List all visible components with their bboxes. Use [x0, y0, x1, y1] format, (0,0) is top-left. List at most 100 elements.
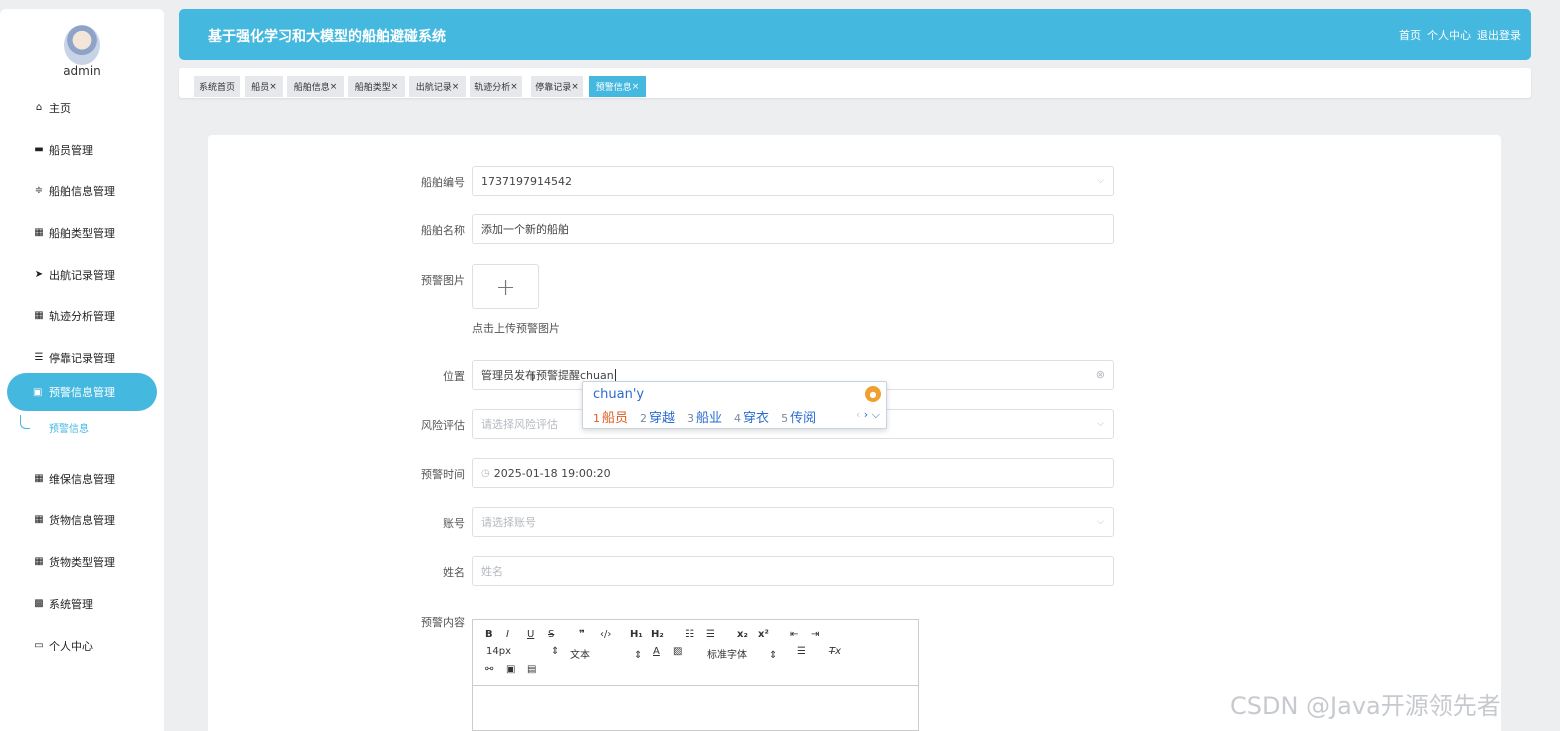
close-icon[interactable]: × — [269, 82, 277, 92]
close-icon[interactable]: × — [571, 82, 579, 92]
tab-track[interactable]: 轨迹分析 × — [470, 76, 522, 97]
code-icon[interactable]: ‹/› — [600, 629, 611, 640]
align-icon[interactable]: ☰ — [797, 646, 806, 657]
close-icon[interactable]: × — [330, 82, 338, 92]
rich-text-editor[interactable]: B I U S ❞ ‹/› H₁ H₂ ☷ ☰ x₂ x² ⇤ ⇥ 14px ⇕ … — [472, 619, 919, 731]
subscript-icon[interactable]: x₂ — [737, 629, 748, 640]
chevron-left-icon[interactable]: ‹ — [856, 408, 860, 421]
ime-candidate[interactable]: 1 船员 — [593, 407, 628, 426]
sidebar-item-voyage[interactable]: ➤ 出航记录管理 — [33, 265, 115, 285]
sidebar-item-ship-type[interactable]: ▦ 船舶类型管理 — [33, 223, 115, 243]
close-icon[interactable]: × — [632, 82, 640, 92]
bold-icon[interactable]: B — [485, 629, 493, 640]
ime-nav: ‹ › ⌵ — [856, 408, 880, 422]
ship-name-input[interactable]: 添加一个新的船舶 — [472, 214, 1114, 244]
avatar[interactable] — [64, 25, 100, 65]
grid-icon: ▦ — [34, 473, 44, 484]
ime-candidate[interactable]: 2 穿越 — [640, 407, 675, 426]
time-picker[interactable]: ◷ 2025-01-18 19:00:20 — [472, 458, 1114, 488]
close-icon[interactable]: × — [452, 82, 460, 92]
grid-icon: ▦ — [34, 310, 44, 321]
ship-no-select[interactable]: 1737197914542 ⌵ — [472, 166, 1114, 196]
sidebar-item-cargo[interactable]: ▦ 货物信息管理 — [33, 510, 115, 530]
outdent-icon[interactable]: ⇤ — [790, 629, 798, 640]
chevron-right-icon[interactable]: › — [864, 408, 868, 421]
sidebar-item-system[interactable]: ▩ 系统管理 — [33, 594, 93, 614]
logout-link[interactable]: 退出登录 — [1477, 27, 1521, 43]
font-family-select[interactable]: 标准字体 ⇕ — [707, 646, 777, 661]
sidebar-subitem-warning-info[interactable]: 预警信息 — [49, 420, 89, 435]
sidebar-item-ship-info[interactable]: ≑ 船舶信息管理 — [33, 181, 115, 201]
ime-candidate[interactable]: 3 船业 — [687, 407, 722, 426]
tab-warning[interactable]: 预警信息 × — [589, 76, 646, 97]
grid-icon: ▦ — [34, 556, 44, 567]
bullet-list-icon[interactable]: ☰ — [706, 629, 715, 640]
close-icon[interactable]: × — [391, 82, 399, 92]
tabs-bar: 系统首页 船员 × 船舶信息 × 船舶类型 × 出航记录 × 轨迹分析 × 停靠记录 × 预… — [179, 68, 1531, 98]
font-color-icon[interactable]: A — [653, 646, 660, 657]
tab-crew[interactable]: 船员 × — [245, 76, 283, 97]
location-label: 位置 — [443, 370, 465, 383]
ibeam-cursor-icon: Ι — [531, 370, 535, 384]
underline-icon[interactable]: U — [527, 629, 534, 640]
ship-name-label: 船舶名称 — [421, 224, 465, 237]
home-link[interactable]: 首页 — [1399, 27, 1421, 43]
sidebar-item-crew[interactable]: ▬ 船员管理 — [33, 140, 93, 160]
sidebar-item-track[interactable]: ▦ 轨迹分析管理 — [33, 306, 115, 326]
app-title: 基于强化学习和大模型的船舶避碰系统 — [208, 29, 446, 45]
header: 基于强化学习和大模型的船舶避碰系统 首页 个人中心 退出登录 — [179, 9, 1531, 60]
account-select[interactable]: 请选择账号 ⌵ — [472, 507, 1114, 537]
clock-icon: ◷ — [481, 467, 490, 479]
clear-icon[interactable]: ⊗ — [1096, 368, 1105, 381]
ime-candidates: 1 船员 2 穿越 3 船业 4 穿衣 5 传阅 — [593, 407, 816, 426]
profile-link[interactable]: 个人中心 — [1427, 27, 1471, 43]
close-icon[interactable]: × — [510, 82, 518, 92]
image-upload-button[interactable]: + — [472, 264, 539, 309]
tab-ship-type[interactable]: 船舶类型 × — [348, 76, 405, 97]
tab-berth[interactable]: 停靠记录 × — [531, 76, 583, 97]
chevron-down-icon: ⌵ — [1097, 176, 1104, 186]
tab-ship-info[interactable]: 船舶信息 × — [287, 76, 344, 97]
submenu-connector — [20, 415, 30, 429]
h1-icon[interactable]: H₁ — [630, 629, 643, 640]
superscript-icon[interactable]: x² — [758, 629, 769, 640]
ime-candidate[interactable]: 5 传阅 — [781, 407, 816, 426]
account-label: 账号 — [443, 517, 465, 530]
ime-candidate-window: chuan'y ● 1 船员 2 穿越 3 船业 4 穿衣 5 传阅 ‹ › ⌵ — [582, 381, 887, 429]
name-input[interactable]: 姓名 — [472, 556, 1114, 586]
font-size-select[interactable]: 14px ⇕ — [486, 646, 559, 657]
clipboard-icon: ▣ — [33, 386, 43, 398]
sidebar-item-cargo-type[interactable]: ▦ 货物类型管理 — [33, 552, 115, 572]
h2-icon[interactable]: H₂ — [651, 629, 664, 640]
header-select[interactable]: 文本 ⇕ — [570, 646, 642, 661]
sidebar-item-home[interactable]: ⌂ 主页 — [33, 98, 71, 118]
quote-icon[interactable]: ❞ — [579, 629, 585, 640]
ime-candidate[interactable]: 4 穿衣 — [734, 407, 769, 426]
chevron-down-icon[interactable]: ⌵ — [872, 408, 880, 421]
image-icon[interactable]: ▣ — [506, 664, 515, 675]
strike-icon[interactable]: S — [548, 629, 554, 640]
ime-logo-icon: ● — [865, 386, 881, 402]
sidebar-item-berth[interactable]: ☰ 停靠记录管理 — [33, 348, 115, 368]
sidebar-item-warning[interactable]: ▣ 预警信息管理 — [7, 373, 157, 411]
italic-icon[interactable]: I — [506, 629, 509, 640]
background-color-icon[interactable]: ▨ — [673, 646, 682, 657]
indent-icon[interactable]: ⇥ — [811, 629, 819, 640]
sidebar-item-profile[interactable]: ▭ 个人中心 — [33, 636, 93, 656]
ship-no-label: 船舶编号 — [421, 176, 465, 189]
link-icon[interactable]: ⚯ — [485, 664, 493, 675]
home-icon: ⌂ — [35, 102, 43, 113]
risk-label: 风险评估 — [421, 419, 465, 432]
sliders-icon: ≑ — [34, 185, 44, 196]
content-label: 预警内容 — [421, 616, 465, 629]
tab-home[interactable]: 系统首页 — [194, 76, 240, 97]
username: admin — [63, 64, 101, 78]
image-label: 预警图片 — [421, 274, 465, 287]
ordered-list-icon[interactable]: ☷ — [685, 629, 694, 640]
tab-voyage[interactable]: 出航记录 × — [409, 76, 466, 97]
sidebar-item-maintenance[interactable]: ▦ 维保信息管理 — [33, 469, 115, 489]
clear-format-icon[interactable]: T̶x — [829, 646, 841, 657]
video-icon[interactable]: ▤ — [527, 664, 536, 675]
grid-icon: ▦ — [34, 227, 44, 238]
ime-composition: chuan'y — [593, 387, 645, 402]
